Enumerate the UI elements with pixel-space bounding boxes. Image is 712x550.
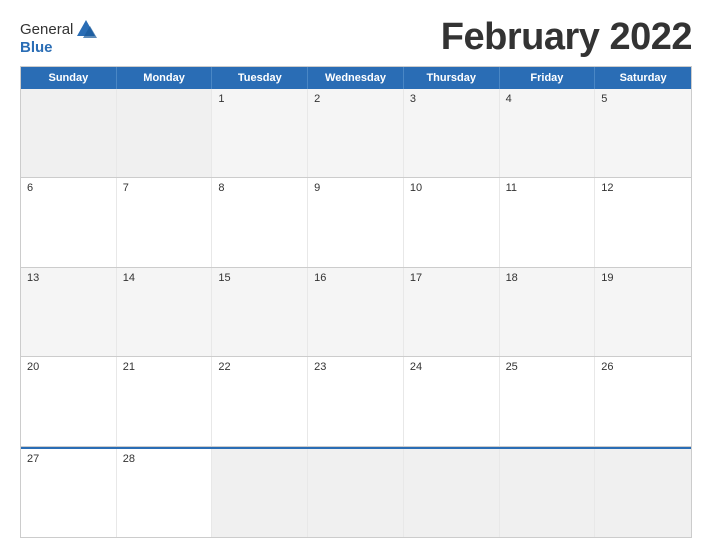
calendar-day-cell[interactable]: 12	[595, 178, 691, 266]
day-number: 8	[218, 182, 301, 194]
calendar-day-cell[interactable]: 17	[404, 268, 500, 356]
calendar-page: General Blue February 2022 Sunday Monday…	[0, 0, 712, 550]
day-number: 13	[27, 272, 110, 284]
day-number: 27	[27, 453, 110, 465]
logo-blue-text: Blue	[20, 40, 97, 55]
calendar-day-cell[interactable]: 24	[404, 357, 500, 445]
calendar-day-cell[interactable]: 27	[21, 449, 117, 537]
calendar-day-cell[interactable]: 1	[212, 89, 308, 177]
calendar-day-cell[interactable]	[117, 89, 213, 177]
calendar-day-cell[interactable]: 18	[500, 268, 596, 356]
calendar-header: Sunday Monday Tuesday Wednesday Thursday…	[21, 67, 691, 89]
day-number: 28	[123, 453, 206, 465]
day-number: 15	[218, 272, 301, 284]
calendar-week-3: 13 14 15 16 17 18 19	[21, 268, 691, 357]
calendar-day-cell[interactable]: 21	[117, 357, 213, 445]
calendar-day-cell[interactable]: 23	[308, 357, 404, 445]
day-number: 1	[218, 93, 301, 105]
calendar-day-cell[interactable]: 8	[212, 178, 308, 266]
col-sunday: Sunday	[21, 67, 117, 89]
col-tuesday: Tuesday	[212, 67, 308, 89]
calendar-day-cell[interactable]: 7	[117, 178, 213, 266]
day-number: 20	[27, 361, 110, 373]
day-number: 7	[123, 182, 206, 194]
col-monday: Monday	[117, 67, 213, 89]
day-number: 11	[506, 182, 589, 194]
calendar-week-5: 27 28	[21, 447, 691, 537]
day-number: 3	[410, 93, 493, 105]
day-number: 18	[506, 272, 589, 284]
calendar-day-cell[interactable]	[404, 449, 500, 537]
day-number: 6	[27, 182, 110, 194]
calendar-day-cell[interactable]	[595, 449, 691, 537]
calendar-week-4: 20 21 22 23 24 25 26	[21, 357, 691, 446]
col-saturday: Saturday	[595, 67, 691, 89]
page-header: General Blue February 2022	[20, 18, 692, 56]
logo-general-text: General	[20, 22, 73, 37]
calendar-day-cell[interactable]: 4	[500, 89, 596, 177]
day-number: 16	[314, 272, 397, 284]
day-number: 17	[410, 272, 493, 284]
calendar-day-cell[interactable]: 28	[117, 449, 213, 537]
calendar-day-cell[interactable]: 3	[404, 89, 500, 177]
calendar-grid: Sunday Monday Tuesday Wednesday Thursday…	[20, 66, 692, 538]
calendar-week-1: 1 2 3 45	[21, 89, 691, 178]
day-number: 10	[410, 182, 493, 194]
calendar-day-cell[interactable]: 5	[595, 89, 691, 177]
calendar-body: 1234567891011121314151617181920212223242…	[21, 89, 691, 537]
day-number: 22	[218, 361, 301, 373]
day-number: 4	[506, 93, 589, 105]
calendar-day-cell[interactable]	[21, 89, 117, 177]
calendar-day-cell[interactable]: 14	[117, 268, 213, 356]
calendar-day-cell[interactable]: 26	[595, 357, 691, 445]
calendar-day-cell[interactable]: 25	[500, 357, 596, 445]
logo: General Blue	[20, 18, 97, 55]
day-number: 19	[601, 272, 685, 284]
calendar-day-cell[interactable]: 11	[500, 178, 596, 266]
day-number: 24	[410, 361, 493, 373]
day-number: 9	[314, 182, 397, 194]
calendar-day-cell[interactable]	[212, 449, 308, 537]
calendar-week-2: 6 78 9 10 11 12	[21, 178, 691, 267]
calendar-day-cell[interactable]: 22	[212, 357, 308, 445]
day-number: 26	[601, 361, 685, 373]
calendar-day-cell[interactable]: 15	[212, 268, 308, 356]
col-wednesday: Wednesday	[308, 67, 404, 89]
day-number: 5	[601, 93, 685, 105]
calendar-day-cell[interactable]	[308, 449, 404, 537]
calendar-day-cell[interactable]: 16	[308, 268, 404, 356]
month-title: February 2022	[441, 18, 692, 56]
calendar-day-cell[interactable]: 13	[21, 268, 117, 356]
calendar-day-cell[interactable]: 19	[595, 268, 691, 356]
calendar-day-cell[interactable]: 9	[308, 178, 404, 266]
calendar-day-cell[interactable]	[500, 449, 596, 537]
day-number: 12	[601, 182, 685, 194]
day-number: 25	[506, 361, 589, 373]
calendar-day-cell[interactable]: 6	[21, 178, 117, 266]
col-thursday: Thursday	[404, 67, 500, 89]
logo-icon	[75, 18, 97, 40]
day-number: 14	[123, 272, 206, 284]
day-number: 2	[314, 93, 397, 105]
col-friday: Friday	[500, 67, 596, 89]
calendar-day-cell[interactable]: 10	[404, 178, 500, 266]
day-number: 21	[123, 361, 206, 373]
calendar-day-cell[interactable]: 2	[308, 89, 404, 177]
day-number: 23	[314, 361, 397, 373]
calendar-day-cell[interactable]: 20	[21, 357, 117, 445]
